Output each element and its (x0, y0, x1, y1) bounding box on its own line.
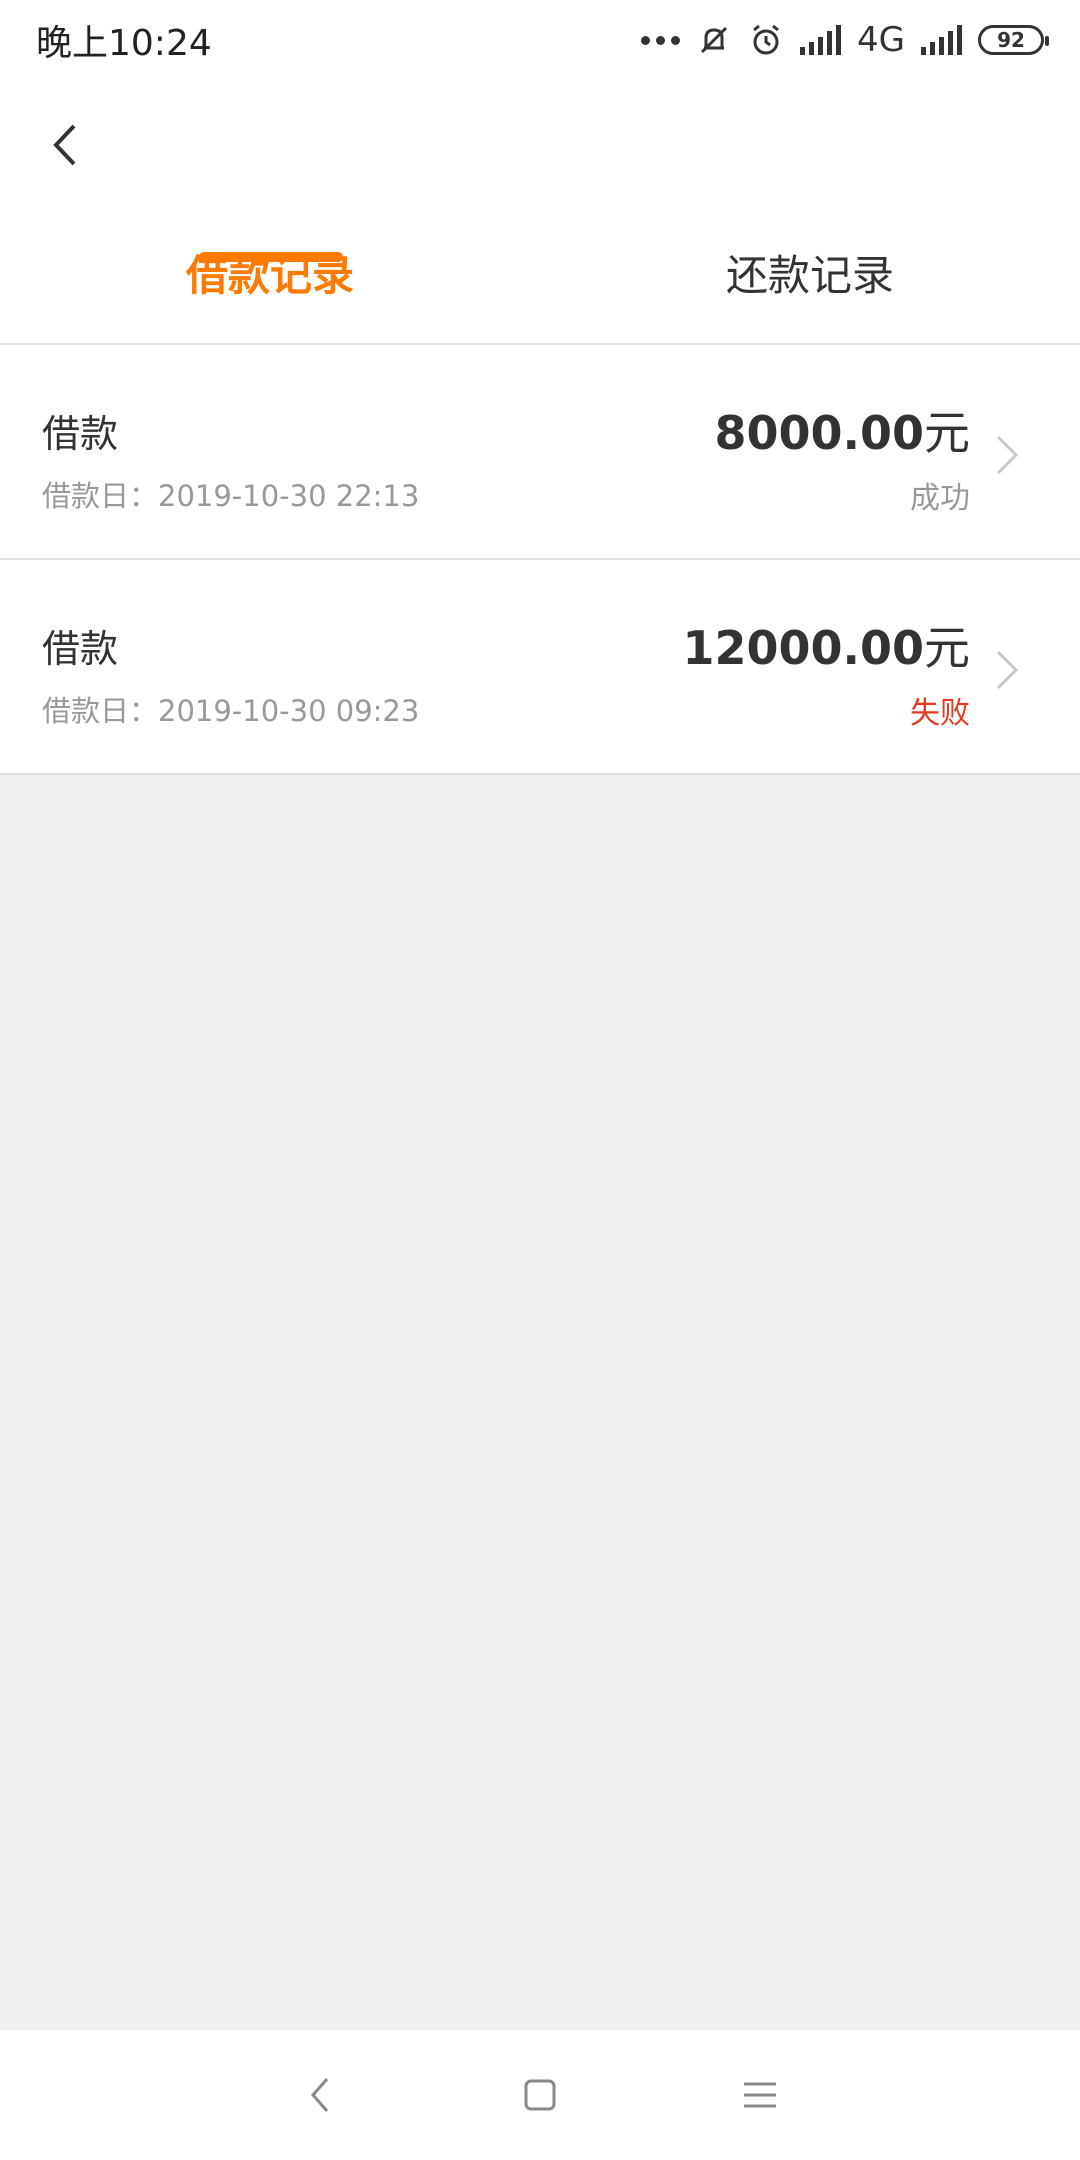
list-item[interactable]: 借款 借款日：2019-10-30 22:13 8000.00元 成功 (0, 345, 1080, 560)
home-square-icon (524, 2079, 556, 2111)
system-nav-bar (0, 2030, 1080, 2160)
status-time: 晚上10:24 (36, 23, 212, 64)
record-amount: 12000.00元 (682, 612, 970, 678)
back-button[interactable] (30, 105, 100, 185)
chevron-right-icon (996, 435, 1019, 475)
records-list: 借款 借款日：2019-10-30 22:13 8000.00元 成功 借款 借… (0, 345, 1080, 775)
record-title: 借款 (42, 412, 119, 456)
amount-value: 12000.00 (682, 621, 924, 675)
tab-borrow-records[interactable]: 借款记录 (120, 230, 420, 345)
chevron-right-icon (996, 650, 1019, 690)
alarm-icon (753, 24, 779, 55)
network-type: 4G (857, 20, 905, 60)
list-item[interactable]: 借款 借款日：2019-10-30 09:23 12000.00元 失败 (0, 560, 1080, 775)
signal-icon (921, 25, 962, 55)
amount-unit: 元 (924, 621, 970, 675)
amount-unit: 元 (924, 406, 970, 460)
battery-level: 92 (997, 28, 1025, 52)
tab-repay-records[interactable]: 还款记录 (660, 230, 960, 345)
mute-icon (700, 26, 728, 54)
status-bar: 晚上10:24 4G 92 (0, 0, 1080, 80)
nav-menu-button[interactable] (725, 2060, 795, 2130)
more-dots-icon (641, 35, 681, 45)
tab-label: 还款记录 (725, 251, 894, 300)
battery-icon: 92 (978, 25, 1049, 55)
tab-bar: 借款记录 还款记录 (0, 230, 1080, 345)
nav-back-button[interactable] (285, 2060, 355, 2130)
status-badge: 成功 (910, 481, 970, 516)
nav-home-button[interactable] (505, 2060, 575, 2130)
status-badge: 失败 (910, 696, 970, 731)
status-icons: 4G 92 (641, 20, 1049, 60)
menu-lines-icon (744, 2082, 776, 2108)
page: 晚上10:24 4G 92 借款记录 还款记录 借款 借款日：2019-10-3… (0, 0, 1080, 2160)
header: 借款记录 还款记录 (0, 80, 1080, 345)
amount-value: 8000.00 (714, 406, 924, 460)
back-triangle-icon (311, 2078, 329, 2112)
signal-icon (800, 25, 842, 55)
record-title: 借款 (42, 627, 119, 671)
active-tab-indicator (199, 252, 343, 262)
chevron-left-icon (53, 124, 76, 166)
record-date: 借款日：2019-10-30 09:23 (42, 694, 420, 728)
record-date: 借款日：2019-10-30 22:13 (42, 479, 420, 513)
record-amount: 8000.00元 (714, 397, 970, 463)
